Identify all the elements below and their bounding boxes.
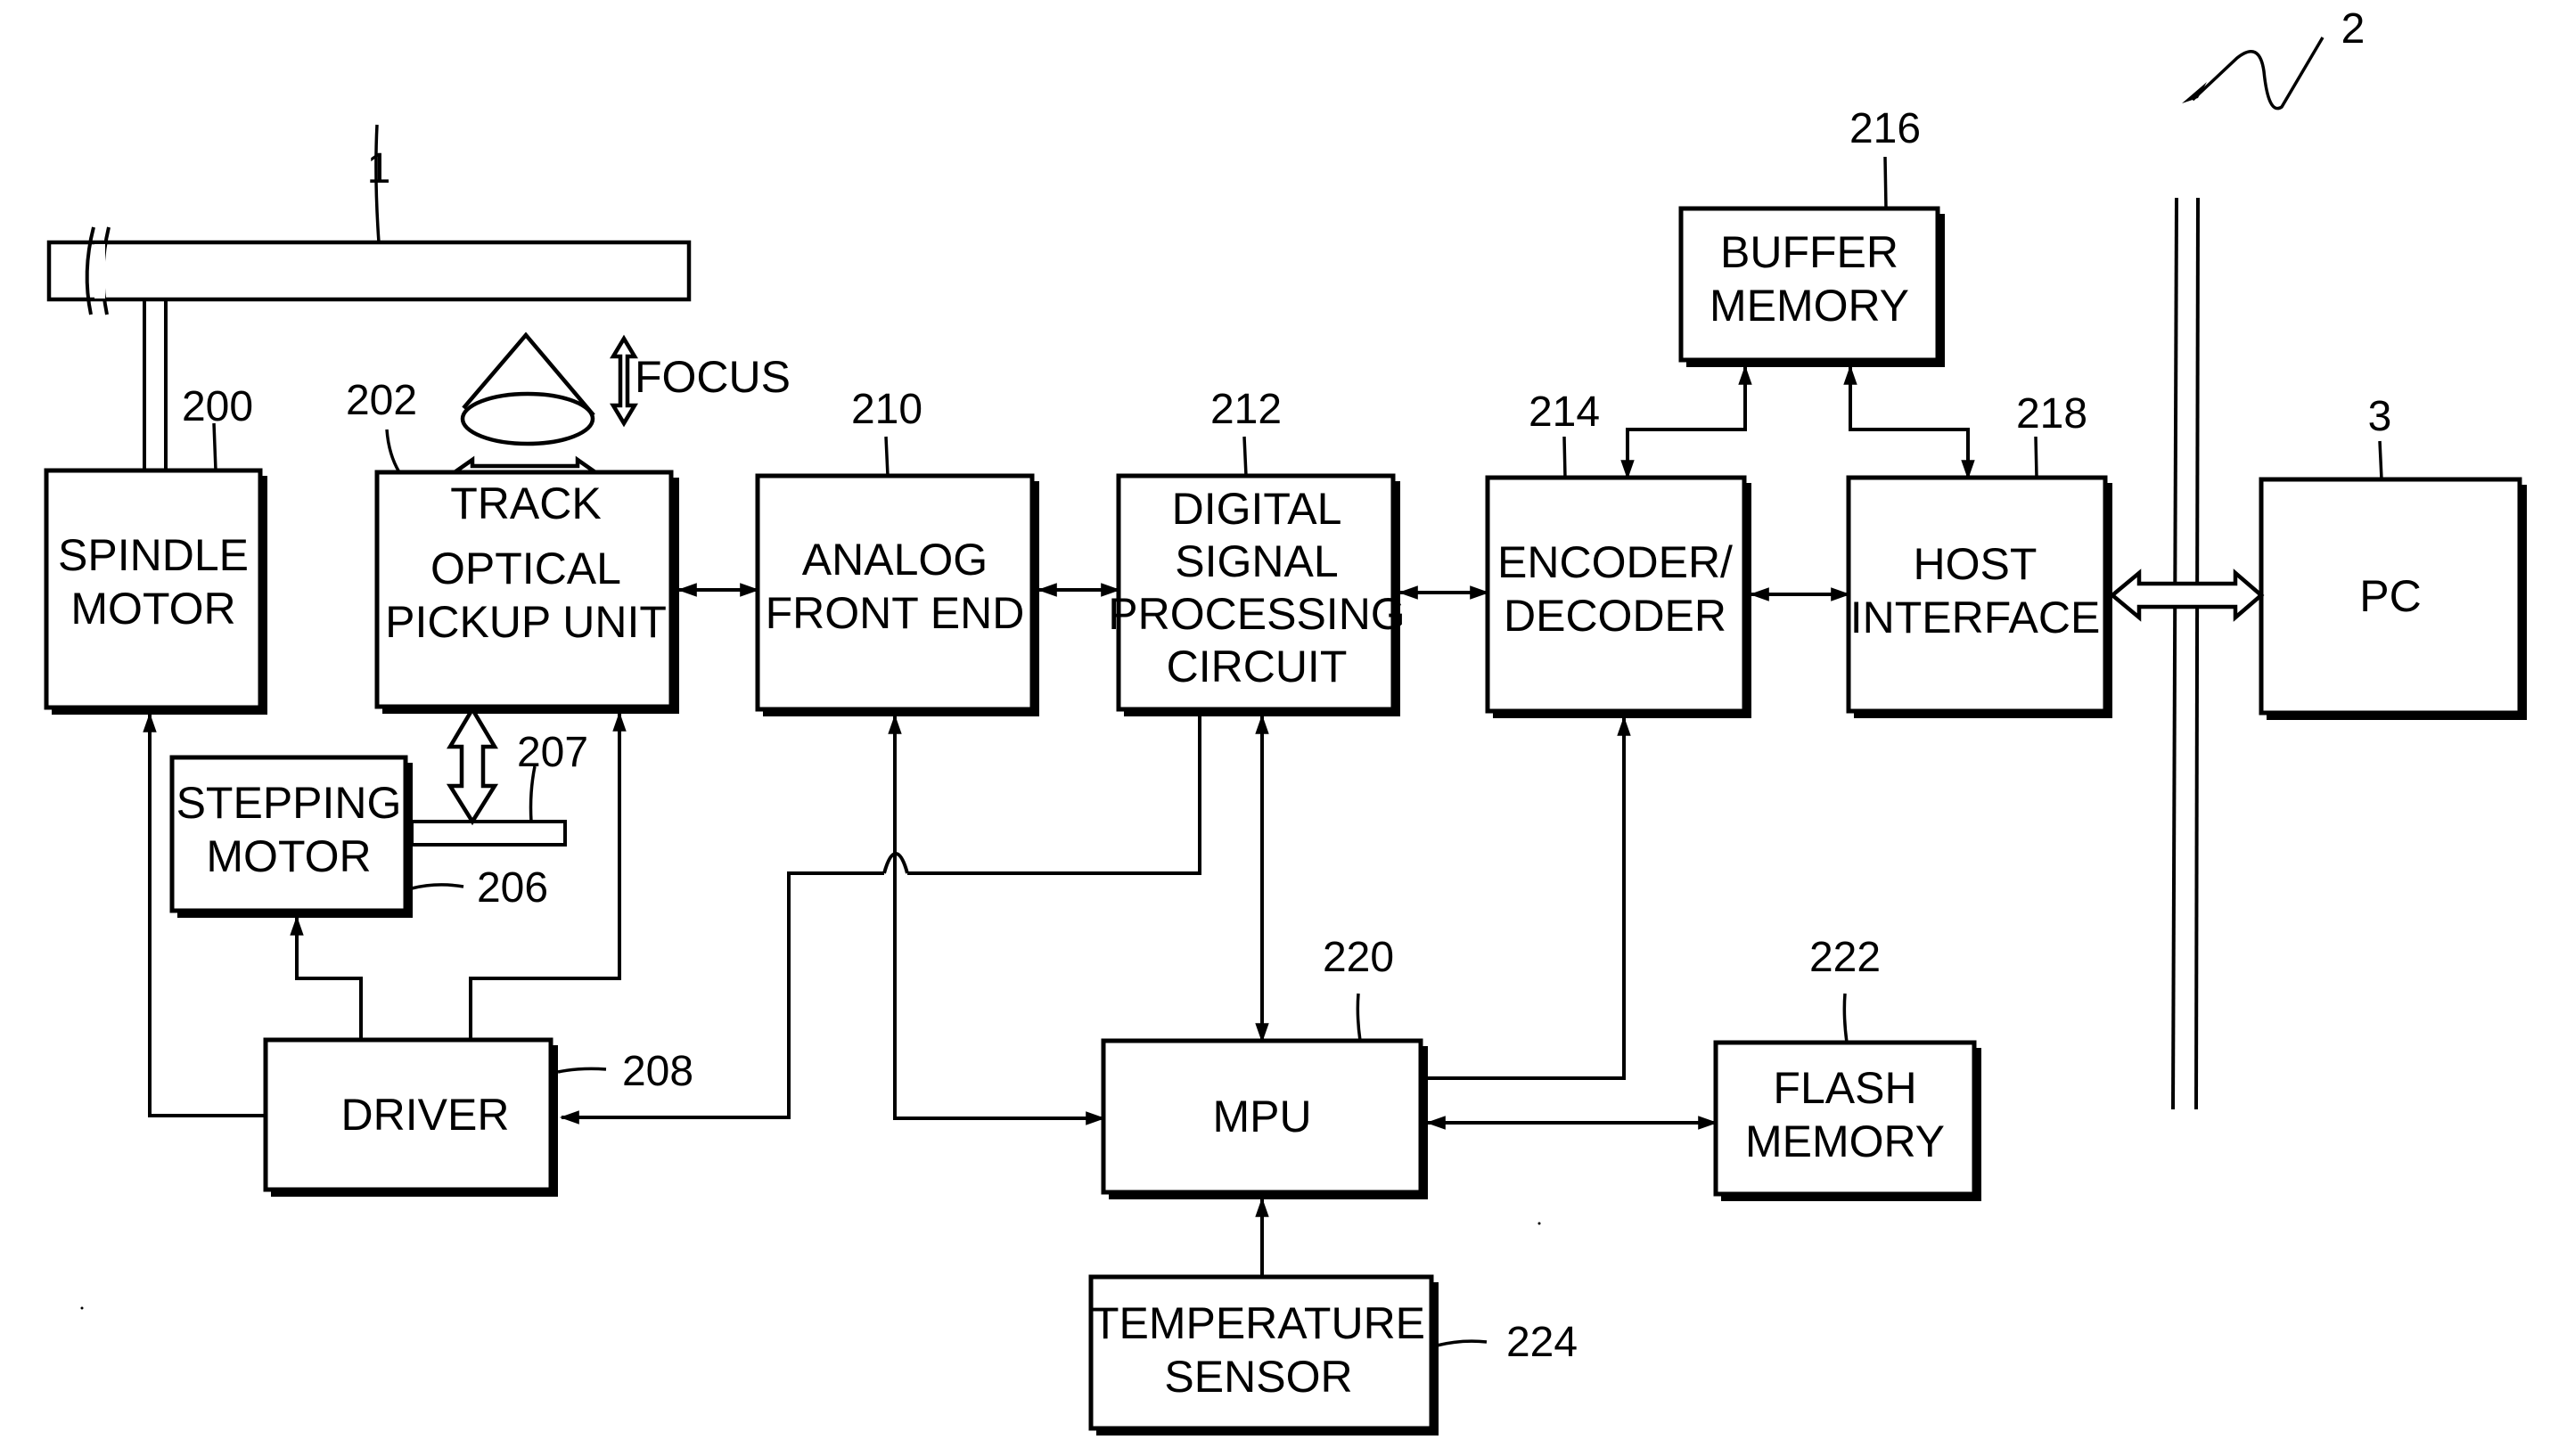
- optical-disc: 1: [46, 124, 692, 315]
- block-stepping-motor[interactable]: STEPPING MOTOR: [169, 755, 413, 918]
- driver-label: DRIVER: [341, 1090, 510, 1140]
- host-pc-bus-arrow-icon: [2109, 568, 2265, 622]
- stepping-line-1: STEPPING: [176, 778, 402, 828]
- spindle-shaft: [143, 299, 168, 470]
- flash-ref: 222: [1809, 934, 1881, 981]
- block-pc[interactable]: PC: [2259, 477, 2527, 720]
- driver-ref: 208: [622, 1048, 693, 1095]
- optical-pickup-ref: 202: [346, 377, 417, 424]
- focus-arrow-icon: [610, 334, 638, 428]
- dsp-ref: 212: [1210, 386, 1282, 433]
- disc-ref-label: 1: [367, 145, 391, 192]
- block-host-interface[interactable]: HOST INTERFACE: [1846, 475, 2112, 718]
- objective-lens: [460, 331, 595, 446]
- temp-line-2: SENSOR: [1164, 1352, 1352, 1402]
- mpu-ref: 220: [1323, 934, 1394, 981]
- block-analog-front-end[interactable]: ANALOG FRONT END: [755, 473, 1039, 716]
- device-ref-label: 2: [2341, 5, 2366, 53]
- link-mpu-encdec: [1428, 716, 1631, 1080]
- optical-pickup-line-2: PICKUP UNIT: [385, 597, 667, 647]
- host-if-line-1: HOST: [1914, 539, 2038, 589]
- sled-arrow-icon: [446, 705, 499, 826]
- sled-ref: 207: [517, 729, 588, 776]
- encdec-line-2: DECODER: [1504, 591, 1726, 641]
- buffer-ref: 216: [1849, 105, 1921, 152]
- link-mpu-afe: [888, 714, 1106, 1125]
- block-mpu[interactable]: MPU: [1101, 1038, 1428, 1199]
- track-label: TRACK: [450, 479, 601, 528]
- temp-line-1: TEMPERATURE: [1092, 1298, 1425, 1348]
- block-flash-memory[interactable]: FLASH MEMORY: [1713, 1040, 1981, 1201]
- flash-line-1: FLASH: [1773, 1063, 1916, 1113]
- encdec-line-1: ENCODER/: [1497, 537, 1733, 587]
- block-optical-pickup-unit[interactable]: TRACK OPTICAL PICKUP UNIT: [374, 470, 679, 714]
- spindle-motor-ref: 200: [182, 383, 253, 430]
- block-driver[interactable]: DRIVER: [263, 1037, 558, 1197]
- afe-line-1: ANALOG: [802, 535, 988, 585]
- afe-ref: 210: [851, 386, 922, 433]
- host-if-ref: 218: [2016, 390, 2087, 438]
- sled-shaft: 207: [410, 729, 588, 847]
- link-buffer-encdec: [1620, 364, 1752, 480]
- focus-label: FOCUS: [635, 352, 791, 402]
- spindle-motor-line-1: SPINDLE: [58, 530, 249, 580]
- spindle-motor-line-2: MOTOR: [70, 584, 235, 634]
- flash-line-2: MEMORY: [1745, 1117, 1945, 1166]
- afe-line-2: FRONT END: [766, 588, 1025, 638]
- block-digital-signal-processing-circuit[interactable]: DIGITAL SIGNAL PROCESSING CIRCUIT: [1108, 473, 1406, 716]
- link-driver-stepping: [290, 915, 363, 1040]
- optical-pickup-line-1: OPTICAL: [430, 544, 621, 593]
- temp-ref: 224: [1506, 1319, 1578, 1366]
- cable-lines: [2171, 197, 2200, 1110]
- block-buffer-memory[interactable]: BUFFER MEMORY: [1678, 206, 1945, 367]
- dsp-line-2: SIGNAL: [1175, 536, 1338, 586]
- stepping-ref: 206: [477, 864, 548, 912]
- dsp-line-1: DIGITAL: [1172, 484, 1342, 534]
- buffer-line-2: MEMORY: [1710, 281, 1909, 331]
- encdec-ref: 214: [1529, 389, 1600, 436]
- device-reference: 2: [2182, 5, 2366, 110]
- buffer-line-1: BUFFER: [1720, 227, 1898, 277]
- host-if-line-2: INTERFACE: [1850, 593, 2101, 642]
- block-temperature-sensor[interactable]: TEMPERATURE SENSOR: [1088, 1274, 1439, 1436]
- pc-label: PC: [2359, 571, 2421, 621]
- mpu-label: MPU: [1212, 1092, 1311, 1141]
- pc-ref: 3: [2368, 393, 2392, 440]
- block-encoder-decoder[interactable]: ENCODER/ DECODER: [1485, 475, 1751, 718]
- dsp-line-4: CIRCUIT: [1167, 642, 1348, 691]
- optical-drive-block-diagram: 2 1 FOCUS SPINDLE MOTOR 200 TRACK OPTICA…: [44, 5, 2527, 1436]
- link-buffer-host: [1843, 364, 1975, 480]
- stepping-line-2: MOTOR: [206, 831, 371, 881]
- block-spindle-motor[interactable]: SPINDLE MOTOR: [44, 468, 267, 715]
- link-dsp-driver: [907, 716, 1201, 875]
- dsp-line-3: PROCESSING: [1108, 589, 1405, 639]
